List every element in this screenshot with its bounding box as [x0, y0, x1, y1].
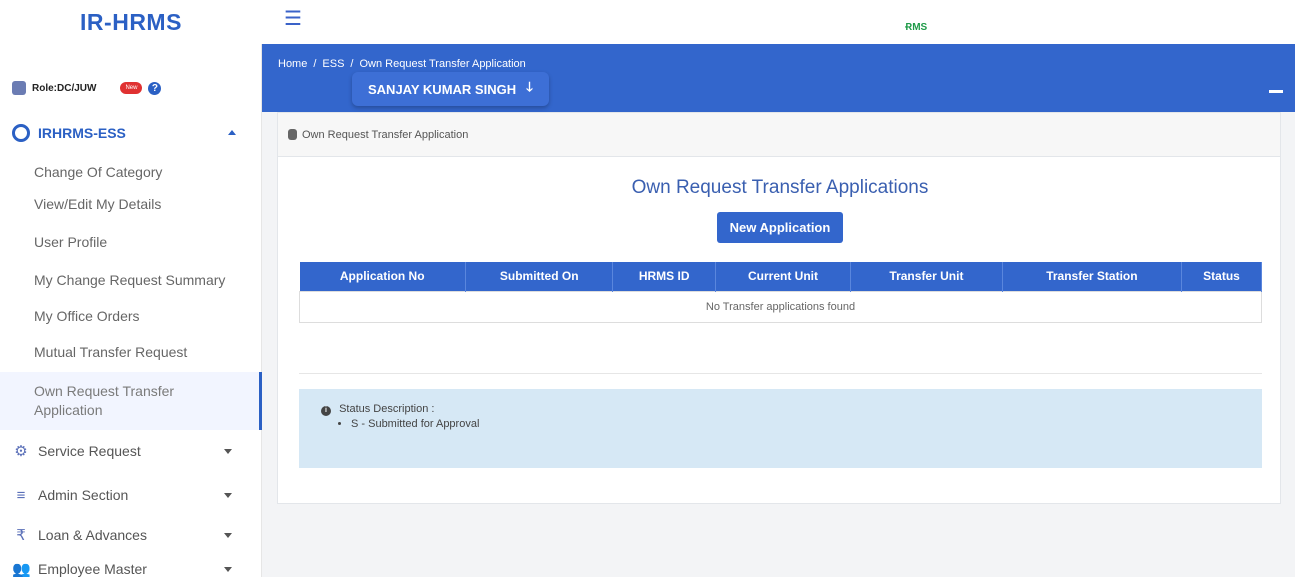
arrow-down-icon: 🡓	[526, 79, 533, 94]
sidebar-section-employee-master[interactable]: 👥 Employee Master	[0, 554, 262, 577]
column-header[interactable]: Current Unit	[715, 262, 852, 291]
column-header[interactable]: Transfer Station	[1002, 262, 1183, 291]
caret-down-icon	[224, 449, 232, 454]
section-label: Service Request	[38, 443, 141, 459]
collapse-icon[interactable]	[1269, 90, 1283, 93]
user-menu-button[interactable]: SANJAY KUMAR SINGH 🡓	[352, 72, 549, 106]
section-label: Employee Master	[38, 561, 147, 577]
breadcrumb-separator: /	[313, 58, 317, 70]
user-name: SANJAY KUMAR SINGH	[368, 81, 517, 97]
sidebar-item-office-orders[interactable]: My Office Orders	[0, 302, 262, 330]
status-heading-row: i Status Description :	[321, 403, 1262, 416]
column-header[interactable]: Submitted On	[465, 262, 614, 291]
sidebar-section-loan[interactable]: ₹ Loan & Advances	[0, 520, 262, 550]
rupee-icon: ₹	[16, 527, 26, 544]
new-application-button[interactable]: New Application	[717, 212, 843, 243]
sidebar-item-own-request-transfer[interactable]: Own Request Transfer Application	[0, 372, 262, 430]
breadcrumb: Home / ESS / Own Request Transfer Applic…	[278, 58, 526, 70]
breadcrumb-ess[interactable]: ESS	[322, 58, 344, 70]
menu-icon: ≡	[16, 486, 26, 504]
caret-up-icon	[228, 130, 236, 135]
top-center-text: ɌMS	[905, 22, 928, 33]
column-header[interactable]: HRMS ID	[612, 262, 716, 291]
role-row: Role:DC/JUW New ?	[0, 74, 262, 102]
column-header[interactable]: Application No	[299, 262, 466, 291]
database-icon	[288, 129, 297, 140]
sidebar-item-view-edit-details[interactable]: View/Edit My Details	[0, 190, 262, 218]
column-header[interactable]: Transfer Unit	[850, 262, 1003, 291]
breadcrumb-separator: /	[350, 58, 354, 70]
table-header-row: Application No Submitted On HRMS ID Curr…	[299, 262, 1262, 291]
sidebar-item-change-category[interactable]: Change Of Category	[0, 158, 262, 186]
section-label: Loan & Advances	[38, 527, 147, 543]
applications-table: Application No Submitted On HRMS ID Curr…	[299, 262, 1262, 323]
page-title: Own Request Transfer Applications	[631, 177, 929, 198]
info-icon: i	[321, 406, 331, 416]
main-card: Own Request Transfer Application Own Req…	[277, 112, 1281, 504]
role-label: Role:DC/JUW	[32, 82, 97, 94]
caret-down-icon	[224, 533, 232, 538]
breadcrumb-bar: Home / ESS / Own Request Transfer Applic…	[262, 44, 1295, 112]
top-bar: IR-HRMS ☰ ɌMS	[0, 0, 1295, 44]
new-badge: New	[120, 82, 143, 94]
table-row: No Transfer applications found	[299, 290, 1262, 323]
status-item: S - Submitted for Approval	[351, 418, 1262, 430]
card-header: Own Request Transfer Application	[278, 113, 1280, 157]
breadcrumb-current: Own Request Transfer Application	[359, 58, 526, 70]
sidebar-item-change-request-summary[interactable]: My Change Request Summary	[0, 266, 262, 294]
sidebar-section-service-request[interactable]: ⚙ Service Request	[0, 436, 262, 466]
gears-icon: ⚙	[14, 443, 28, 460]
sidebar-ess-title: IRHRMS-ESS	[38, 125, 126, 141]
sidebar-ess-header[interactable]: IRHRMS-ESS	[0, 118, 262, 148]
card-header-title: Own Request Transfer Application	[302, 128, 469, 141]
sidebar-section-admin[interactable]: ≡ Admin Section	[0, 480, 262, 510]
brand-logo[interactable]: IR-HRMS	[0, 0, 262, 44]
breadcrumb-home[interactable]: Home	[278, 58, 307, 70]
hamburger-menu-icon[interactable]: ☰	[284, 6, 302, 31]
sidebar: Role:DC/JUW New ? IRHRMS-ESS Change Of C…	[0, 44, 262, 577]
section-label: Admin Section	[38, 487, 129, 503]
users-icon: 👥	[12, 561, 31, 577]
status-heading: Status Description :	[339, 403, 435, 415]
role-icon	[12, 81, 26, 95]
empty-table-message: No Transfer applications found	[299, 290, 1262, 323]
help-icon[interactable]: ?	[148, 81, 162, 95]
status-description-box: i Status Description : S - Submitted for…	[299, 389, 1262, 468]
sidebar-item-mutual-transfer[interactable]: Mutual Transfer Request	[0, 338, 262, 366]
caret-down-icon	[224, 567, 232, 572]
caret-down-icon	[224, 493, 232, 498]
divider	[299, 373, 1262, 374]
user-circle-icon	[12, 124, 30, 142]
sidebar-item-user-profile[interactable]: User Profile	[0, 228, 262, 256]
status-list: S - Submitted for Approval	[351, 418, 1262, 430]
column-header[interactable]: Status	[1181, 262, 1262, 291]
